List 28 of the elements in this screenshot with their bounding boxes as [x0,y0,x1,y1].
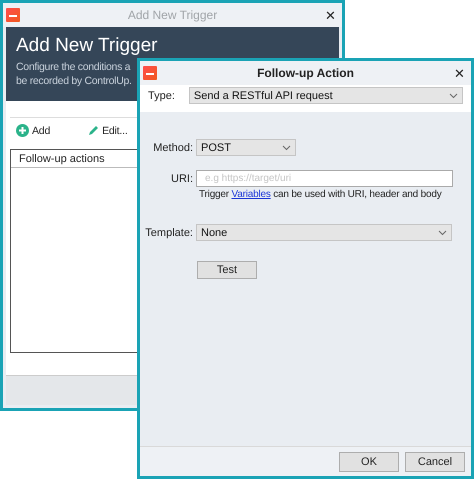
header-description: Configure the conditions a [16,60,130,74]
uri-field[interactable]: e.g https://target/uri [196,170,453,187]
pencil-icon [88,125,100,136]
window-title: Add New Trigger [126,8,218,22]
template-dropdown[interactable]: None [196,224,452,241]
add-button[interactable]: Add [16,124,50,137]
template-label: Template: [145,226,193,238]
close-icon[interactable]: ✕ [454,66,465,80]
cancel-button[interactable]: Cancel [405,452,465,472]
ok-button[interactable]: OK [339,452,399,472]
close-icon[interactable]: ✕ [325,8,336,22]
type-label: Type: [148,90,175,102]
plus-circle-icon [16,124,29,137]
hint-text: Trigger Variables can be used with URI, header and body [199,189,442,200]
method-dropdown[interactable]: POST [196,139,296,156]
edit-button[interactable]: Edit... [88,124,128,136]
uri-label: URI: [171,172,193,184]
header-description: be recorded by ControlUp. [16,74,132,88]
header-title: Add New Trigger [16,35,158,57]
chevron-down-icon [438,230,447,236]
variables-link[interactable]: Variables [231,189,271,200]
test-button[interactable]: Test [197,261,257,279]
app-logo-icon [143,66,157,80]
window-title: Follow-up Action [256,66,355,80]
app-logo-icon [6,8,20,22]
chevron-down-icon [449,92,458,98]
type-dropdown[interactable]: Send a RESTful API request [188,87,463,104]
chevron-down-icon [282,144,291,150]
